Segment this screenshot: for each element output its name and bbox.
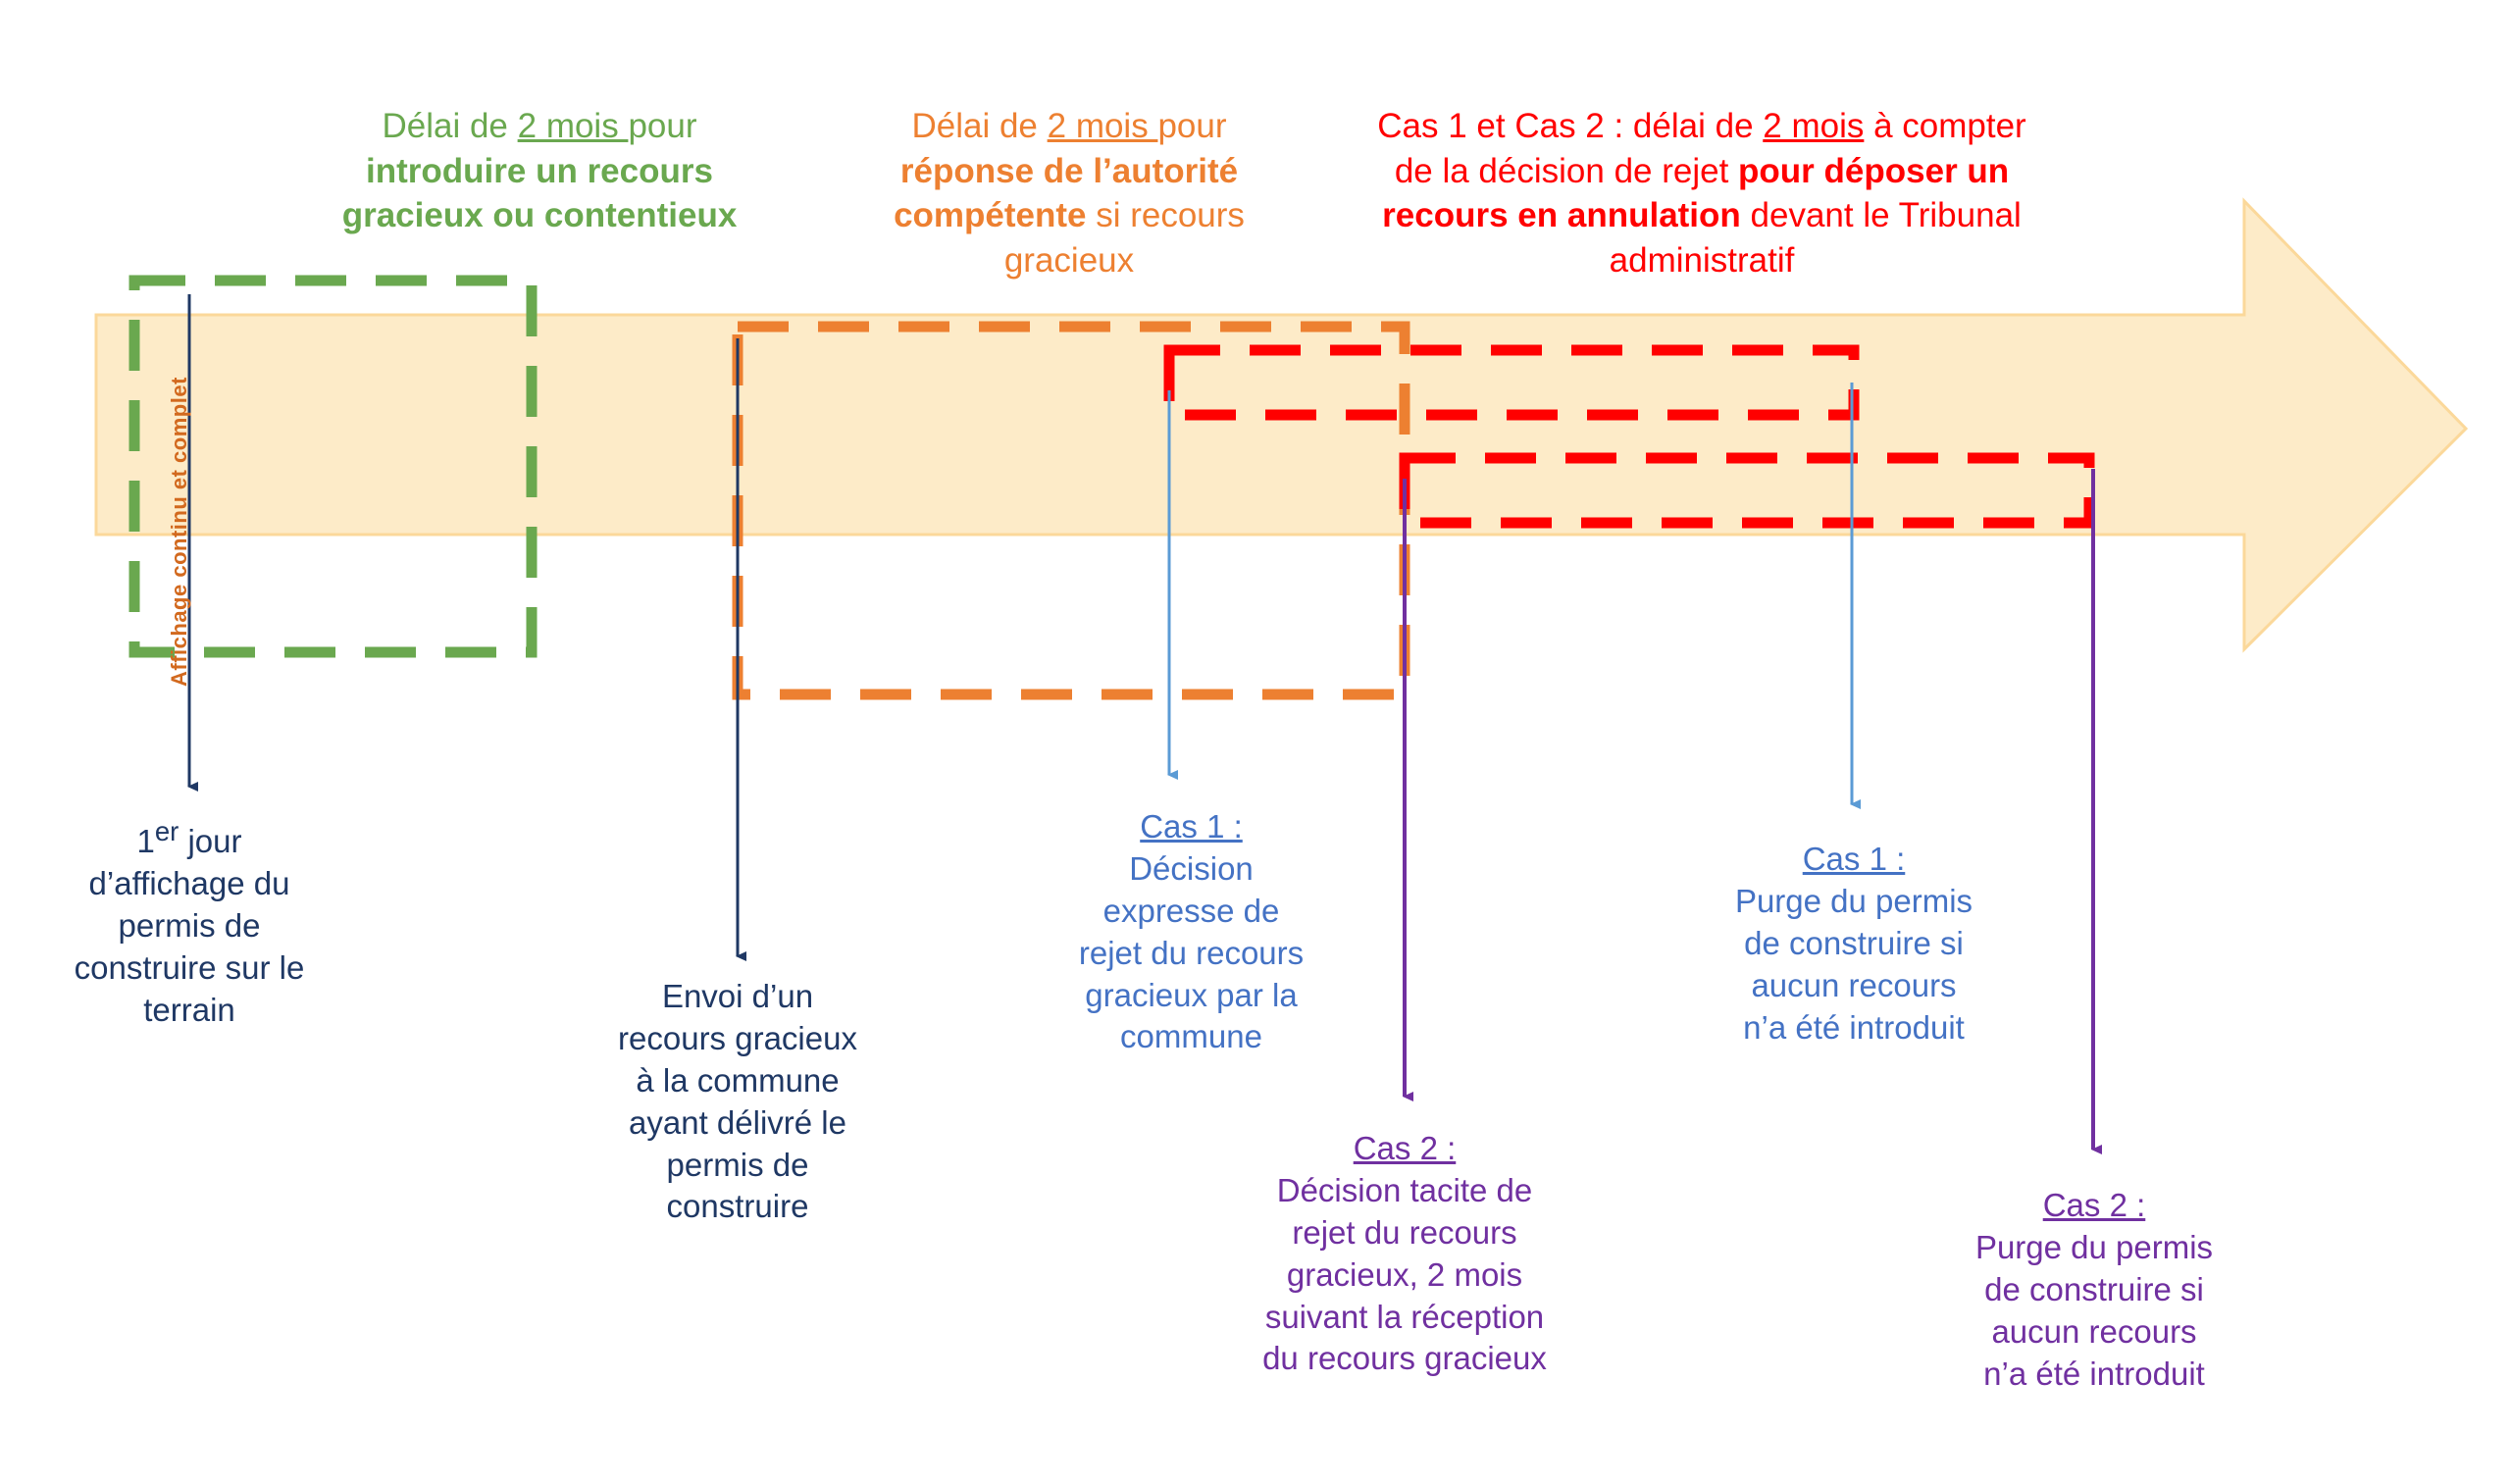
callout-heading: Cas 2 :: [2042, 1187, 2146, 1223]
callout-heading: Cas 1 :: [1140, 808, 1243, 844]
callout-line: ayant délivré le: [629, 1103, 846, 1141]
annotation-orange: Délai de 2 mois pour réponse de l’autorit…: [873, 104, 1265, 282]
callout-line: gracieux par la: [1085, 976, 1298, 1013]
annotation-green-line-1: Délai de 2 mois pour: [382, 107, 697, 145]
annotation-orange-line-2: réponse de l’autorité: [899, 151, 1239, 190]
callout-line: du recours gracieux: [1262, 1340, 1547, 1377]
callout-line: construire sur le: [74, 948, 305, 986]
annotation-orange-line-1: Délai de 2 mois pour: [911, 107, 1227, 145]
callout-line: d’affichage du: [88, 864, 290, 901]
callout-line: aucun recours: [1991, 1312, 2197, 1350]
annotation-red-line-4: administratif: [1609, 240, 1795, 280]
annotation-red-line-2: de la décision de rejet pour déposer un: [1394, 151, 2010, 190]
callout-premier-jour-affichage: 1er jour d’affichage du permis de construir…: [42, 814, 336, 1031]
callout-line: Purge du permis: [1734, 882, 1973, 919]
callout-line: permis de: [666, 1146, 809, 1183]
callout-line: rejet du recours: [1078, 934, 1305, 971]
callout-cas-1-decision-expresse: Cas 1 : Décision expresse de rejet du recou…: [1061, 806, 1321, 1058]
callout-cas-2-decision-tacite: Cas 2 : Décision tacite de rejet du recour…: [1238, 1128, 1571, 1380]
callout-line: Envoi d’un: [661, 978, 814, 1014]
callout-line: permis de: [118, 906, 261, 944]
callout-line: de construire si: [1984, 1270, 2204, 1307]
callout-line: expresse de: [1102, 892, 1280, 929]
callout-cas-1-purge: Cas 1 : Purge du permis de construire si au…: [1712, 839, 1996, 1049]
callout-line: n’a été introduit: [1983, 1355, 2205, 1392]
callout-cas-2-purge: Cas 2 : Purge du permis de construire si au…: [1952, 1185, 2236, 1395]
timeline-banner-arrow: [94, 197, 2469, 653]
callout-line: Décision: [1129, 849, 1254, 887]
callout-line: Purge du permis: [1974, 1228, 2214, 1265]
callout-line: rejet du recours: [1292, 1213, 1517, 1251]
annotation-red-line-3: recours en annulation devant le Tribunal: [1382, 196, 2022, 234]
annotation-green-line-2: introduire un recours: [366, 151, 713, 190]
callout-line: gracieux, 2 mois: [1286, 1255, 1523, 1293]
callout-line: de construire si: [1744, 924, 1964, 961]
annotation-green-line-3: gracieux ou contentieux: [341, 196, 738, 234]
callout-line: Décision tacite de: [1276, 1171, 1533, 1208]
annotation-red: Cas 1 et Cas 2 : délai de 2 mois à compt…: [1344, 104, 2060, 282]
annotation-green: Délai de 2 mois pour introduire un recour…: [294, 104, 785, 238]
callout-line: aucun recours: [1751, 966, 1957, 1003]
annotation-orange-line-3: compétente si recours: [894, 196, 1245, 234]
callout-line: n’a été introduit: [1743, 1008, 1965, 1046]
annotation-red-line-1: Cas 1 et Cas 2 : délai de 2 mois à compt…: [1377, 107, 2026, 145]
callout-line: recours gracieux: [618, 1019, 857, 1056]
callout-envoi-recours-gracieux: Envoi d’un recours gracieux à la commune ay…: [590, 976, 885, 1228]
callout-line: commune: [1120, 1018, 1262, 1055]
callout-heading: Cas 2 :: [1353, 1130, 1457, 1166]
callout-line: 1er jour: [136, 816, 242, 859]
banner-vertical-label: Affichage continu et complet: [167, 377, 191, 687]
callout-heading: Cas 1 :: [1802, 841, 1906, 877]
callout-line: suivant la réception: [1264, 1298, 1545, 1335]
callout-line: construire: [666, 1188, 809, 1225]
callout-line: terrain: [143, 991, 235, 1028]
annotation-orange-line-4: gracieux: [1003, 240, 1135, 280]
callout-line: à la commune: [636, 1061, 840, 1099]
diagram-canvas: Affichage continu et complet Délai de 2 …: [0, 0, 2511, 1484]
